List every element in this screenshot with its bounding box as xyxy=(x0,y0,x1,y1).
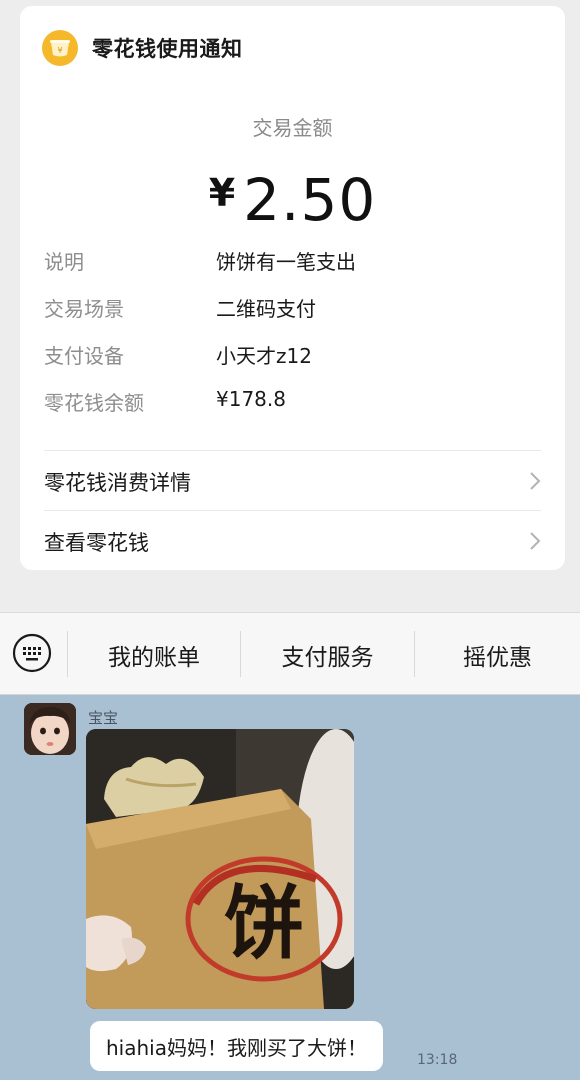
bag-logo-text: 饼 xyxy=(224,877,304,970)
notification-title: 零花钱使用通知 xyxy=(92,37,243,61)
detail-row-device: 支付设备 小天才z12 xyxy=(44,340,544,370)
chat-photo[interactable]: 饼 xyxy=(86,729,354,1009)
view-allowance-link[interactable]: 查看零花钱 xyxy=(20,511,565,571)
chevron-right-icon xyxy=(529,531,541,555)
sender-name: 宝宝 xyxy=(88,709,119,727)
notification-area: ¥ 零花钱使用通知 交易金额 ¥2.50 说明 饼饼有一笔支出 交易场景 二维码… xyxy=(0,0,580,612)
svg-text:¥: ¥ xyxy=(57,46,62,55)
link-label: 零花钱消费详情 xyxy=(44,471,191,495)
message-time: 13:18 xyxy=(417,1052,458,1068)
amount-label: 交易金额 xyxy=(252,116,333,140)
service-menu-bar: 我的账单 支付服务 摇优惠 xyxy=(0,612,580,695)
chat-area: 宝宝 饼 hiahia妈妈！我刚买了大饼！ 13:18 xyxy=(0,695,580,1080)
detail-key: 交易场景 xyxy=(44,297,124,321)
menu-payment-services[interactable]: 支付服务 xyxy=(241,613,414,696)
detail-key: 零花钱余额 xyxy=(44,391,144,415)
menu-my-bills[interactable]: 我的账单 xyxy=(68,613,240,696)
detail-value: ¥178.8 xyxy=(216,387,286,411)
message-bubble[interactable]: hiahia妈妈！我刚买了大饼！ xyxy=(90,1021,383,1071)
spending-details-link[interactable]: 零花钱消费详情 xyxy=(20,451,565,511)
chevron-right-icon xyxy=(529,471,541,495)
keyboard-icon[interactable] xyxy=(12,633,52,673)
link-label: 查看零花钱 xyxy=(44,531,149,555)
payment-notification-card[interactable]: ¥ 零花钱使用通知 交易金额 ¥2.50 说明 饼饼有一笔支出 交易场景 二维码… xyxy=(20,6,565,570)
amount-value: 2.50 xyxy=(243,166,377,234)
detail-key: 说明 xyxy=(44,250,84,274)
avatar[interactable] xyxy=(24,703,76,755)
coin-wallet-icon: ¥ xyxy=(42,30,78,66)
currency-symbol: ¥ xyxy=(208,171,236,215)
card-header: ¥ 零花钱使用通知 xyxy=(42,28,243,68)
detail-value: 二维码支付 xyxy=(216,297,316,321)
detail-row-scene: 交易场景 二维码支付 xyxy=(44,293,544,323)
detail-value: 饼饼有一笔支出 xyxy=(216,250,356,274)
transaction-amount: ¥2.50 xyxy=(20,166,565,234)
detail-row-balance: 零花钱余额 ¥178.8 xyxy=(44,387,544,417)
detail-key: 支付设备 xyxy=(44,344,124,368)
detail-value: 小天才z12 xyxy=(216,344,312,368)
detail-row-description: 说明 饼饼有一笔支出 xyxy=(44,246,544,276)
menu-shake-discounts[interactable]: 摇优惠 xyxy=(415,613,580,696)
